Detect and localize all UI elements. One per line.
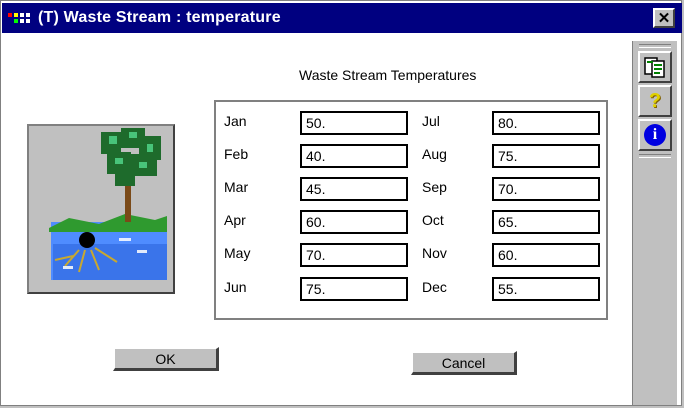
toolbar-separator [639, 44, 671, 48]
temperature-field-sep[interactable]: 70. [492, 177, 600, 201]
temperature-field-dec[interactable]: 55. [492, 277, 600, 301]
waste-stream-illustration [27, 124, 175, 294]
ok-button[interactable]: OK [113, 347, 219, 371]
temperature-field-may[interactable]: 70. [300, 243, 408, 267]
temperature-field-mar[interactable]: 45. [300, 177, 408, 201]
month-label-jun: Jun [224, 279, 247, 295]
temperature-form-panel: Jan 50. Feb 40. Mar 45. Apr 60. May 70. … [214, 100, 608, 320]
app-icon [8, 11, 32, 25]
month-label-mar: Mar [224, 179, 249, 195]
month-label-jan: Jan [224, 113, 247, 129]
month-label-feb: Feb [224, 146, 249, 162]
toolbar-separator [639, 154, 671, 158]
month-label-sep: Sep [422, 179, 447, 195]
window-title: (T) Waste Stream : temperature [38, 9, 281, 26]
help-icon: ? [648, 89, 662, 112]
month-label-apr: Apr [224, 212, 246, 228]
help-button[interactable]: ? [638, 85, 672, 117]
tree-water-picture [29, 126, 173, 292]
copy-button[interactable] [638, 51, 672, 83]
temperature-field-feb[interactable]: 40. [300, 144, 408, 168]
close-icon: ✕ [657, 9, 671, 27]
month-label-aug: Aug [422, 146, 447, 162]
temperature-field-aug[interactable]: 75. [492, 144, 600, 168]
temperature-field-jun[interactable]: 75. [300, 277, 408, 301]
temperature-field-nov[interactable]: 60. [492, 243, 600, 267]
month-label-dec: Dec [422, 279, 447, 295]
copy-icon [644, 57, 665, 78]
temperature-field-apr[interactable]: 60. [300, 210, 408, 234]
month-label-jul: Jul [422, 113, 440, 129]
info-button[interactable]: i [638, 119, 672, 151]
info-icon: i [644, 124, 666, 146]
temperature-field-jan[interactable]: 50. [300, 111, 408, 135]
close-button[interactable]: ✕ [653, 8, 675, 28]
temperature-field-jul[interactable]: 80. [492, 111, 600, 135]
side-toolbar: ? i [632, 41, 677, 405]
dialog-window: (T) Waste Stream : temperature ✕ Waste S… [0, 0, 682, 406]
temperature-field-oct[interactable]: 65. [492, 210, 600, 234]
title-bar[interactable]: (T) Waste Stream : temperature ✕ [2, 3, 682, 33]
panel-heading: Waste Stream Temperatures [299, 67, 477, 83]
month-label-may: May [224, 245, 251, 261]
cancel-button[interactable]: Cancel [411, 351, 517, 375]
month-label-nov: Nov [422, 245, 447, 261]
month-label-oct: Oct [422, 212, 444, 228]
